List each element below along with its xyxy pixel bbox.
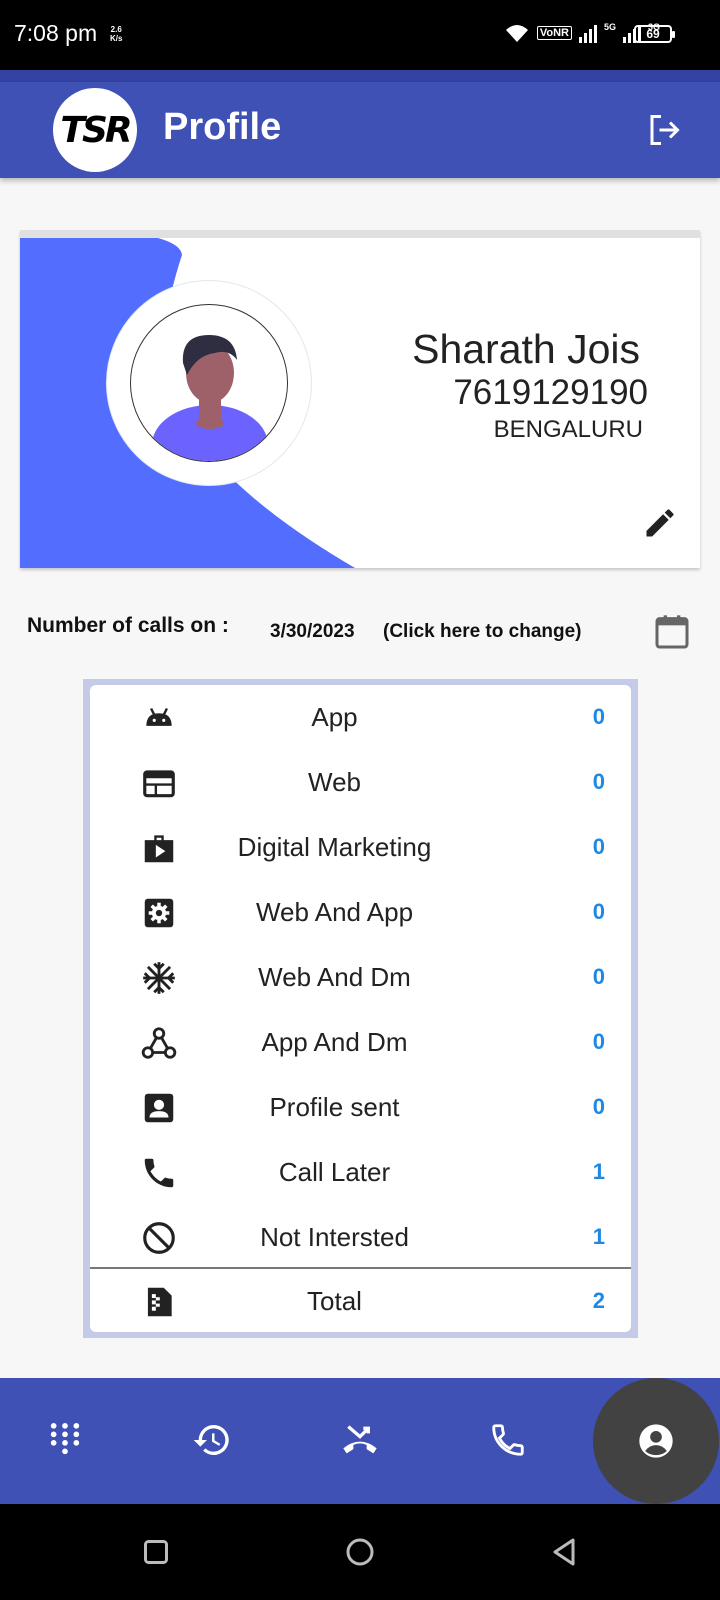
- call-stats-panel: App 0 Web 0 Digital Marketing 0 Web And …: [83, 679, 638, 1338]
- stat-value: 1: [592, 1159, 605, 1184]
- contact-card-icon: [144, 1093, 174, 1123]
- phone-icon: [492, 1424, 524, 1456]
- android-icon: [146, 707, 172, 726]
- calls-label: Number of calls on :: [27, 614, 229, 637]
- stat-row-web-and-app: Web And App 0: [90, 880, 631, 945]
- account-icon: [639, 1424, 673, 1458]
- stat-label: Web: [308, 767, 361, 797]
- history-icon: [193, 1424, 229, 1455]
- profile-phone: 7619129190: [453, 373, 648, 412]
- nav-dialpad[interactable]: [35, 1410, 95, 1470]
- status-time: 7:08 pm: [14, 20, 98, 46]
- stat-value: 0: [592, 899, 605, 924]
- stat-label: Call Later: [278, 1157, 391, 1187]
- file-icon: [147, 1287, 172, 1317]
- stat-row-app: App 0: [90, 685, 631, 750]
- calendar-icon[interactable]: [652, 612, 692, 652]
- stat-row-not-interested: Not Intersted 1: [90, 1205, 631, 1270]
- video-case-icon: [144, 835, 174, 863]
- nav-calls[interactable]: [478, 1410, 538, 1470]
- app-bar: TSR Profile: [0, 82, 720, 178]
- avatar-ring: [106, 280, 312, 486]
- profile-city: BENGALURU: [493, 416, 643, 443]
- web-icon: [143, 770, 175, 798]
- card-top-border: [20, 230, 700, 238]
- nav-history[interactable]: [182, 1410, 242, 1470]
- profile-card: Sharath Jois 7619129190 BENGALURU: [20, 230, 700, 568]
- network-type-1: 5G: [603, 22, 616, 32]
- call-stats-list: App 0 Web 0 Digital Marketing 0 Web And …: [90, 685, 631, 1332]
- stat-row-digital-marketing: Digital Marketing 0: [90, 815, 631, 880]
- stat-value: 0: [592, 1094, 605, 1119]
- stat-label: Web And App: [255, 897, 414, 927]
- missed-call-icon: [343, 1425, 377, 1454]
- profile-name: Sharath Jois: [412, 326, 640, 372]
- edit-icon[interactable]: [642, 505, 678, 541]
- stat-value: 0: [592, 1029, 605, 1054]
- logout-icon[interactable]: [646, 112, 682, 148]
- network-speed: 2.6 K/s: [110, 25, 123, 43]
- stat-row-profile-sent: Profile sent 0: [90, 1075, 631, 1140]
- bottom-nav: [0, 1378, 720, 1504]
- nav-missed-calls[interactable]: [330, 1410, 390, 1470]
- stat-value: 0: [592, 704, 605, 729]
- avatar: [130, 304, 288, 462]
- person-icon: [152, 335, 268, 461]
- stat-row-total: Total 2: [90, 1269, 631, 1334]
- change-date-link[interactable]: (Click here to change): [383, 621, 582, 643]
- battery-icon: 69: [634, 25, 675, 43]
- recents-icon[interactable]: [138, 1534, 174, 1570]
- stat-value: 1: [592, 1224, 605, 1249]
- stat-row-call-later: Call Later 1: [90, 1140, 631, 1205]
- signal-icon: [578, 25, 597, 43]
- stat-label: App: [311, 702, 358, 732]
- stat-value: 0: [592, 834, 605, 859]
- status-bar: 7:08 pm 2.6 K/s VoNR 5G 3G 69: [0, 0, 720, 70]
- system-nav-bar: [0, 1504, 720, 1600]
- settings-box-icon: [144, 898, 174, 928]
- phone-icon: [144, 1158, 174, 1188]
- total-value: 2: [592, 1288, 605, 1313]
- snowflake-icon: [143, 962, 175, 994]
- nav-profile[interactable]: [593, 1378, 719, 1504]
- calls-date[interactable]: 3/30/2023: [270, 621, 355, 643]
- stat-value: 0: [592, 964, 605, 989]
- stat-row-web-and-dm: Web And Dm 0: [90, 945, 631, 1010]
- webhook-icon: [141, 1027, 177, 1059]
- stat-value: 0: [592, 769, 605, 794]
- stat-label: App And Dm: [261, 1027, 408, 1057]
- stat-label: Profile sent: [269, 1092, 400, 1122]
- stat-label: Digital Marketing: [237, 832, 432, 862]
- back-icon[interactable]: [546, 1534, 582, 1570]
- app-logo: TSR: [53, 88, 137, 172]
- dialpad-icon: [50, 1423, 80, 1455]
- vonr-badge: VoNR: [536, 26, 572, 40]
- wifi-icon: [505, 25, 528, 42]
- appbar-shade: [0, 70, 720, 82]
- stat-row-web: Web 0: [90, 750, 631, 815]
- stat-row-app-and-dm: App And Dm 0: [90, 1010, 631, 1075]
- stat-label: Web And Dm: [258, 962, 411, 992]
- total-label: Total: [307, 1286, 362, 1316]
- block-icon: [143, 1222, 175, 1254]
- home-icon[interactable]: [342, 1534, 378, 1570]
- page-title: Profile: [163, 106, 282, 148]
- stat-label: Not Intersted: [260, 1222, 409, 1252]
